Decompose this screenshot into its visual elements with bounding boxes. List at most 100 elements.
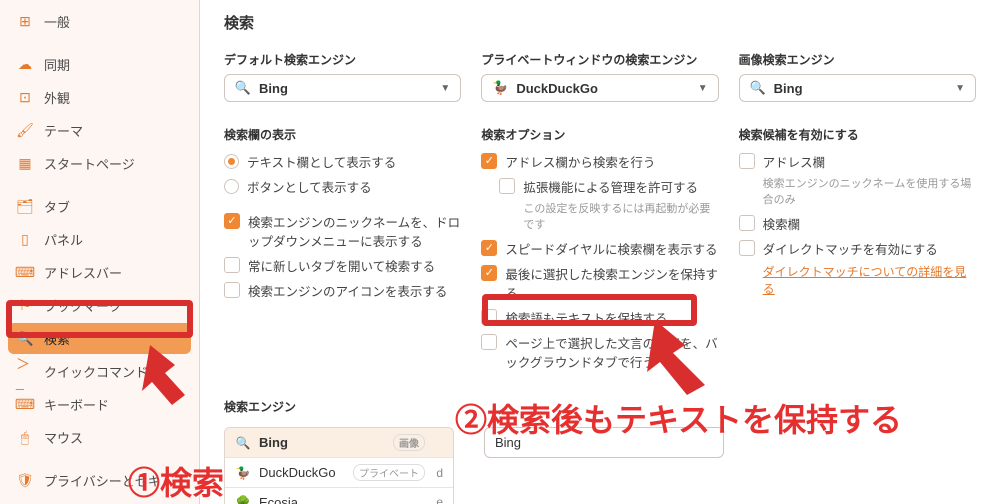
sidebar-item-icon: 🗂 xyxy=(16,198,34,216)
sidebar-item-icon: 🖌 xyxy=(16,122,34,140)
chk-nickname[interactable]: 検索エンジンのニックネームを、ドロップダウンメニューに表示する xyxy=(224,209,461,253)
sidebar-item-icon: ▦ xyxy=(16,155,34,173)
sidebar-item-label: テーマ xyxy=(44,121,83,140)
engine-name: DuckDuckGo xyxy=(259,465,349,480)
suggest-note: 検索エンジンのニックネームを使用する場合のみ xyxy=(763,175,976,207)
checkbox-icon xyxy=(224,282,240,298)
chevron-down-icon: ▼ xyxy=(698,83,708,94)
sidebar-item-4[interactable]: ▦ スタートページ xyxy=(8,148,191,179)
checkbox-icon xyxy=(481,309,497,325)
chk-keeplast[interactable]: 最後に選択した検索エンジンを保持する xyxy=(481,261,718,305)
engine-name: Bing xyxy=(259,435,389,450)
sidebar-item-5[interactable]: 🗂 タブ xyxy=(8,191,191,222)
chevron-down-icon: ▼ xyxy=(440,83,450,94)
sidebar-item-icon: 🔍 xyxy=(16,330,34,348)
sidebar-item-1[interactable]: ☁同期 xyxy=(8,49,191,80)
sidebar-item-label: タブ xyxy=(44,197,70,216)
default-engine-label: デフォルト検索エンジン xyxy=(224,51,461,68)
engine-badge: プライベート xyxy=(353,464,425,481)
sidebar-item-label: プライバシーとセキ xyxy=(44,471,161,490)
suggest-section-title: 検索候補を有効にする xyxy=(739,126,976,143)
sidebar-item-icon: ＞_ xyxy=(16,363,34,381)
private-engine-select[interactable]: 🦆 DuckDuckGo ▼ xyxy=(481,74,718,102)
chk-extmgmt[interactable]: 拡張機能による管理を許可する xyxy=(499,174,718,199)
sidebar-item-10[interactable]: ＞_ クイックコマンド xyxy=(8,356,191,387)
sidebar-item-label: 外観 xyxy=(44,88,70,107)
chevron-down-icon: ▼ xyxy=(955,83,965,94)
sidebar-item-13[interactable]: 🛡プライバシーとセキ xyxy=(8,465,191,496)
chk-bgtab[interactable]: ページ上で選択した文言の検索を、バックグラウンドタブで行う xyxy=(481,330,718,374)
checkbox-icon xyxy=(481,153,497,169)
engine-key: d xyxy=(425,466,443,480)
directmatch-link[interactable]: ダイレクトマッチについての詳細を見る xyxy=(763,265,967,296)
sidebar-item-label: ブックマーク xyxy=(44,296,122,315)
engine-name: Ecosia xyxy=(259,495,425,504)
page-title: 検索 xyxy=(224,12,976,33)
engine-icon: 🔍 xyxy=(235,435,251,451)
checkbox-icon xyxy=(481,334,497,350)
sidebar-item-label: スタートページ xyxy=(44,154,135,173)
sidebar-item-6[interactable]: ▯パネル xyxy=(8,224,191,255)
sidebar-item-label: マウス xyxy=(44,428,83,447)
chk-speeddial[interactable]: スピードダイヤルに検索欄を表示する xyxy=(481,236,718,261)
sidebar-item-11[interactable]: ⌨ キーボード xyxy=(8,389,191,420)
sidebar-item-12[interactable]: 🖱 マウス xyxy=(8,422,191,453)
display-section-title: 検索欄の表示 xyxy=(224,126,461,143)
sidebar-item-label: キーボード xyxy=(44,395,109,414)
sidebar-item-icon: ☁ xyxy=(16,56,34,74)
sidebar-item-0[interactable]: ⊞一般 xyxy=(8,6,191,37)
engine-row[interactable]: 🔍 Bing 画像 xyxy=(225,428,453,458)
radio-icon xyxy=(224,154,239,169)
chk-suggest-search[interactable]: 検索欄 xyxy=(739,211,976,236)
engine-icon: 🦆 xyxy=(235,465,251,481)
radio-icon xyxy=(224,179,239,194)
chk-keeptext[interactable]: 検索語もテキストを保持する xyxy=(481,305,718,330)
sidebar-item-2[interactable]: ⊡ 外観 xyxy=(8,82,191,113)
chk-suggest-addr[interactable]: アドレス欄 xyxy=(739,149,976,174)
image-engine-label: 画像検索エンジン xyxy=(739,51,976,68)
sidebar-item-icon: ⌨ xyxy=(16,396,34,414)
default-engine-select[interactable]: 🔍 Bing ▼ xyxy=(224,74,461,102)
checkbox-icon xyxy=(739,153,755,169)
engine-name-input[interactable]: Bing xyxy=(484,427,724,458)
ext-note: この設定を反映するには再起動が必要です xyxy=(523,200,718,232)
sidebar-item-7[interactable]: ⌨アドレスバー xyxy=(8,257,191,288)
options-section-title: 検索オプション xyxy=(481,126,718,143)
sidebar-item-icon: ⚑ xyxy=(16,297,34,315)
search-icon: 🔍 xyxy=(750,80,766,96)
engine-icon: 🌳 xyxy=(235,494,251,504)
engine-list: 🔍 Bing 画像 🦆 DuckDuckGo プライベートd 🌳 Ecosiae xyxy=(224,427,454,504)
chk-directmatch[interactable]: ダイレクトマッチを有効にする xyxy=(739,236,976,261)
radio-button[interactable]: ボタンとして表示する xyxy=(224,174,461,199)
sidebar-item-14[interactable]: ⬇ダウンロード xyxy=(8,498,191,504)
engine-badge: 画像 xyxy=(393,434,425,451)
settings-sidebar: ⊞一般 ☁同期 ⊡ 外観 🖌 テーマ ▦ スタートページ 🗂 タブ ▯パネル⌨アドレスバー ⚑ ブックマ… xyxy=(0,0,200,504)
sidebar-item-label: 検索 xyxy=(44,329,70,348)
sidebar-item-8[interactable]: ⚑ ブックマーク xyxy=(8,290,191,321)
sidebar-item-icon: 🖱 xyxy=(16,429,34,447)
radio-textfield[interactable]: テキスト欄として表示する xyxy=(224,149,461,174)
search-icon: 🔍 xyxy=(235,80,251,96)
engines-title: 検索エンジン xyxy=(224,398,976,415)
engine-key: e xyxy=(425,495,443,504)
image-engine-select[interactable]: 🔍 Bing ▼ xyxy=(739,74,976,102)
chk-addrsearch[interactable]: アドレス欄から検索を行う xyxy=(481,149,718,174)
checkbox-icon xyxy=(499,178,515,194)
engine-row[interactable]: 🌳 Ecosiae xyxy=(225,488,453,504)
engine-row[interactable]: 🦆 DuckDuckGo プライベートd xyxy=(225,458,453,488)
sidebar-item-label: クイックコマンド xyxy=(44,362,148,381)
chk-newtab[interactable]: 常に新しいタブを開いて検索する xyxy=(224,253,461,278)
checkbox-icon xyxy=(224,257,240,273)
checkbox-icon xyxy=(224,213,240,229)
sidebar-item-3[interactable]: 🖌 テーマ xyxy=(8,115,191,146)
sidebar-item-9[interactable]: 🔍 検索 xyxy=(8,323,191,354)
duckduckgo-icon: 🦆 xyxy=(492,80,508,96)
checkbox-icon xyxy=(739,215,755,231)
sidebar-item-icon: ⊞ xyxy=(16,13,34,31)
chk-showicon[interactable]: 検索エンジンのアイコンを表示する xyxy=(224,278,461,303)
checkbox-icon xyxy=(481,240,497,256)
sidebar-item-icon: ▯ xyxy=(16,231,34,249)
private-engine-label: プライベートウィンドウの検索エンジン xyxy=(481,51,718,68)
sidebar-item-icon: ⌨ xyxy=(16,264,34,282)
sidebar-item-icon: ⊡ xyxy=(16,89,34,107)
